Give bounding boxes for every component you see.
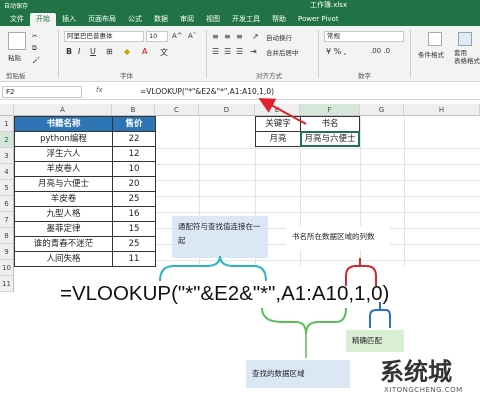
column-bracket (345, 258, 377, 286)
watermark-url: XITONGCHENG.COM (384, 386, 463, 394)
exact-match-bracket (369, 302, 391, 328)
concat-bracket (159, 255, 267, 282)
watermark-logo: 系统城 (380, 358, 452, 386)
range-bracket (261, 307, 347, 335)
annotation-overlay (159, 98, 391, 358)
formula-pointer-arrow (258, 98, 307, 125)
